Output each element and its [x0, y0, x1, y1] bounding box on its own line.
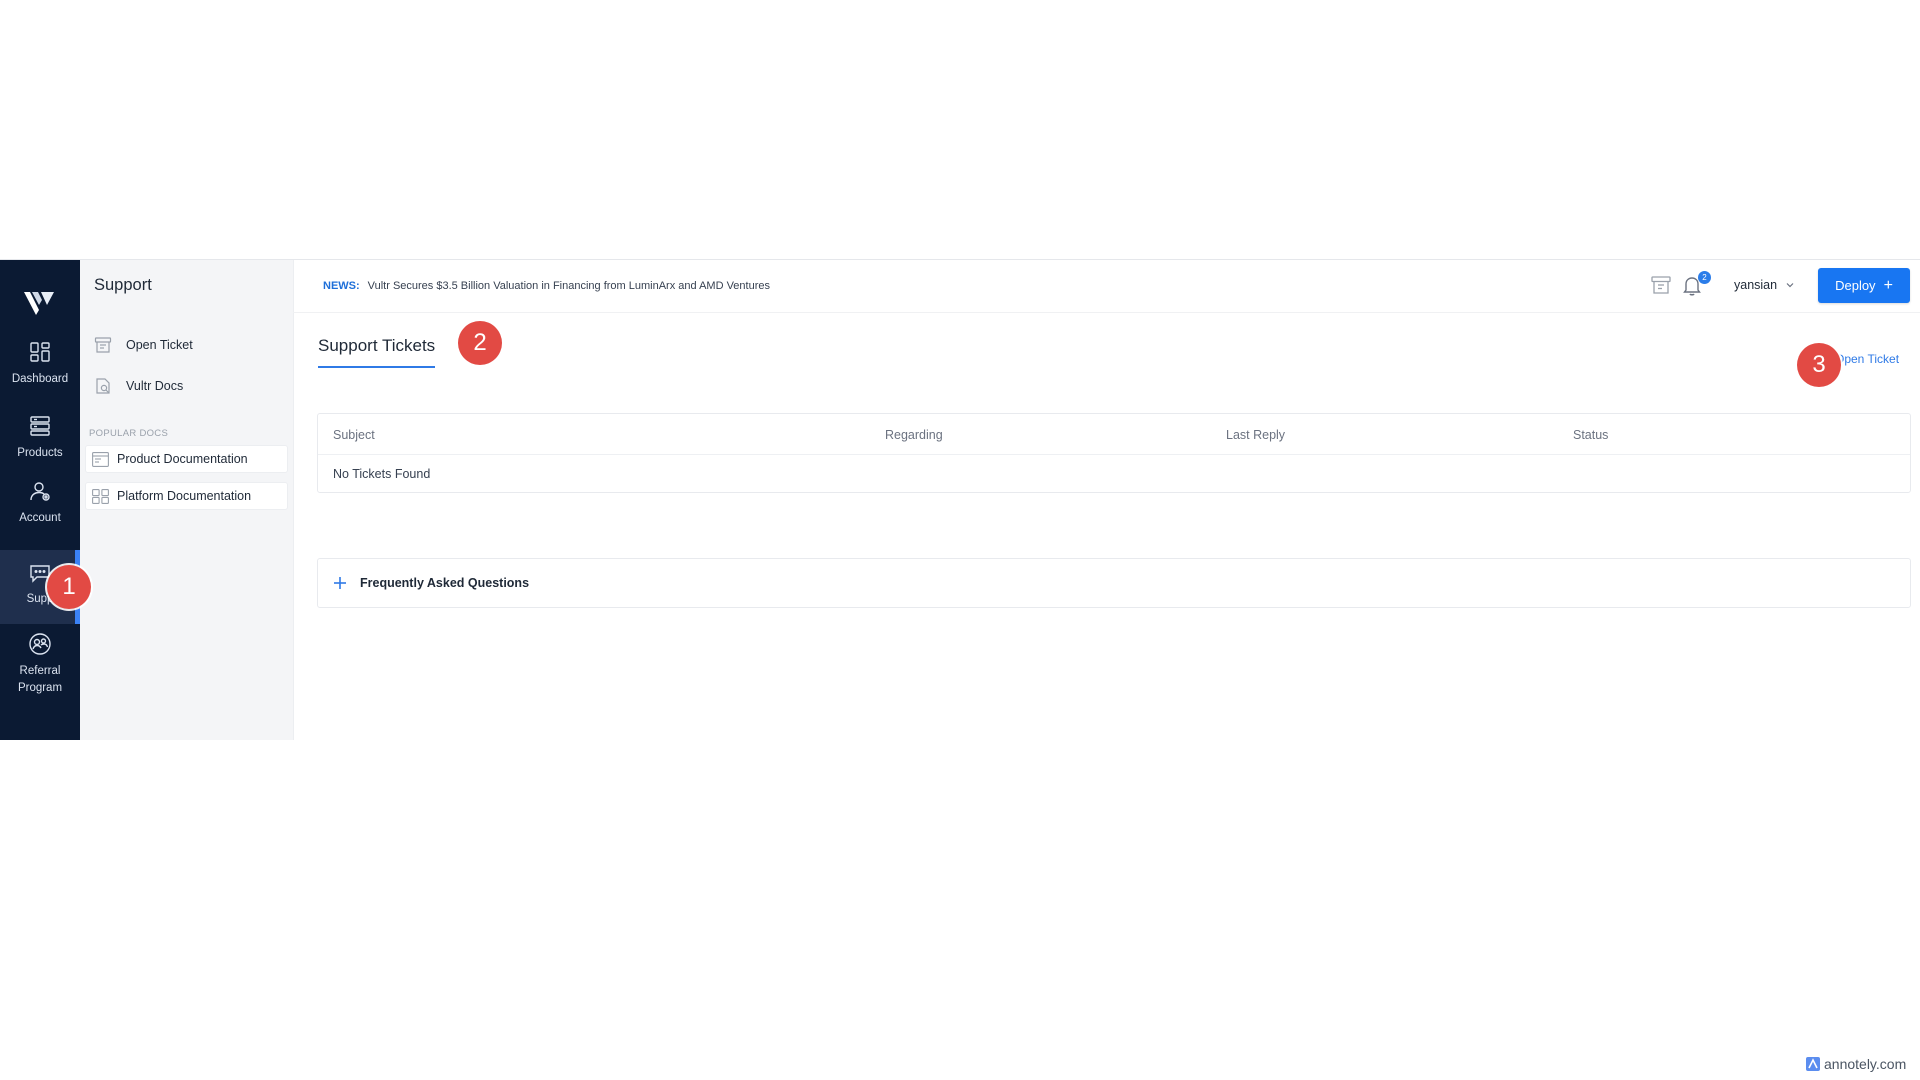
table-header-divider [318, 454, 1910, 455]
doc-card-label: Product Documentation [117, 452, 248, 466]
faq-accordion[interactable]: Frequently Asked Questions [317, 558, 1911, 608]
column-header-regarding[interactable]: Regarding [885, 428, 943, 442]
user-menu[interactable]: yansian [1734, 278, 1795, 292]
column-header-last-reply[interactable]: Last Reply [1226, 428, 1285, 442]
column-header-subject[interactable]: Subject [333, 428, 375, 442]
nav-referral-program[interactable]: Referral Program [0, 632, 80, 712]
docs-icon [96, 378, 110, 394]
news-banner[interactable]: NEWS: Vultr Secures $3.5 Billion Valuatio… [323, 280, 770, 292]
support-sidebar: Support Open Ticket Vultr Docs POPULAR D… [80, 260, 294, 740]
watermark: annotely.com [1806, 1056, 1906, 1072]
product-documentation-card[interactable]: Product Documentation [85, 445, 288, 473]
faq-label: Frequently Asked Questions [360, 576, 530, 590]
annotation-marker-2: 2 [458, 321, 502, 365]
nav-dashboard-label: Dashboard [11, 373, 69, 385]
sidebar-item-vultr-docs[interactable]: Vultr Docs [94, 373, 183, 399]
sidebar-item-label: Open Ticket [126, 338, 193, 352]
sidebar-item-label: Vultr Docs [126, 379, 184, 393]
tickets-table: Subject Regarding Last Reply Status No T… [317, 413, 1911, 493]
ticket-shortcut-icon[interactable] [1650, 274, 1672, 296]
nav-account-label: Account [19, 512, 61, 524]
platform-docs-icon [92, 488, 109, 504]
plus-icon: + [1883, 276, 1893, 294]
plus-icon [334, 577, 346, 589]
nav-dashboard[interactable]: Dashboard [0, 340, 80, 412]
platform-documentation-card[interactable]: Platform Documentation [85, 482, 288, 510]
annotely-logo-icon [1806, 1057, 1820, 1071]
column-header-status[interactable]: Status [1573, 428, 1608, 442]
top-bar: NEWS: Vultr Secures $3.5 Billion Valuatio… [293, 260, 1920, 313]
nav-products-label: Products [17, 447, 63, 459]
open-ticket-link[interactable]: Open Ticket [1835, 352, 1899, 366]
notification-count-badge: 2 [1698, 271, 1711, 284]
tab-support-tickets[interactable]: Support Tickets [318, 336, 436, 368]
nav-products[interactable]: Products [0, 414, 80, 486]
product-docs-icon [92, 451, 109, 467]
nav-referral-label: Referral Program [17, 665, 63, 694]
username: yansian [1734, 278, 1778, 292]
sidebar-title: Support [94, 276, 152, 294]
chevron-down-icon [1786, 283, 1794, 288]
popular-docs-heading: POPULAR DOCS [89, 428, 169, 439]
main-nav-rail: Dashboard Products Account Supp Referral… [0, 260, 80, 740]
news-tag: NEWS: [323, 280, 360, 292]
annotation-marker-1: 1 [47, 565, 91, 609]
app-window: Dashboard Products Account Supp Referral… [0, 259, 1920, 740]
referral-icon [29, 633, 51, 655]
vultr-logo-icon[interactable] [22, 286, 56, 316]
watermark-text: annotely.com [1824, 1056, 1907, 1072]
products-icon [30, 416, 50, 436]
empty-table-message: No Tickets Found [333, 467, 431, 481]
deploy-button[interactable]: Deploy + [1818, 268, 1910, 303]
news-text[interactable]: Vultr Secures $3.5 Billion Valuation in … [368, 280, 770, 292]
doc-card-label: Platform Documentation [117, 489, 252, 503]
nav-account[interactable]: Account [0, 479, 80, 551]
annotation-marker-3: 3 [1797, 343, 1841, 387]
sidebar-item-open-ticket[interactable]: Open Ticket [94, 332, 193, 358]
account-icon [30, 482, 50, 501]
ticket-icon [94, 337, 112, 353]
dashboard-icon [30, 342, 50, 362]
deploy-label: Deploy [1835, 278, 1876, 293]
